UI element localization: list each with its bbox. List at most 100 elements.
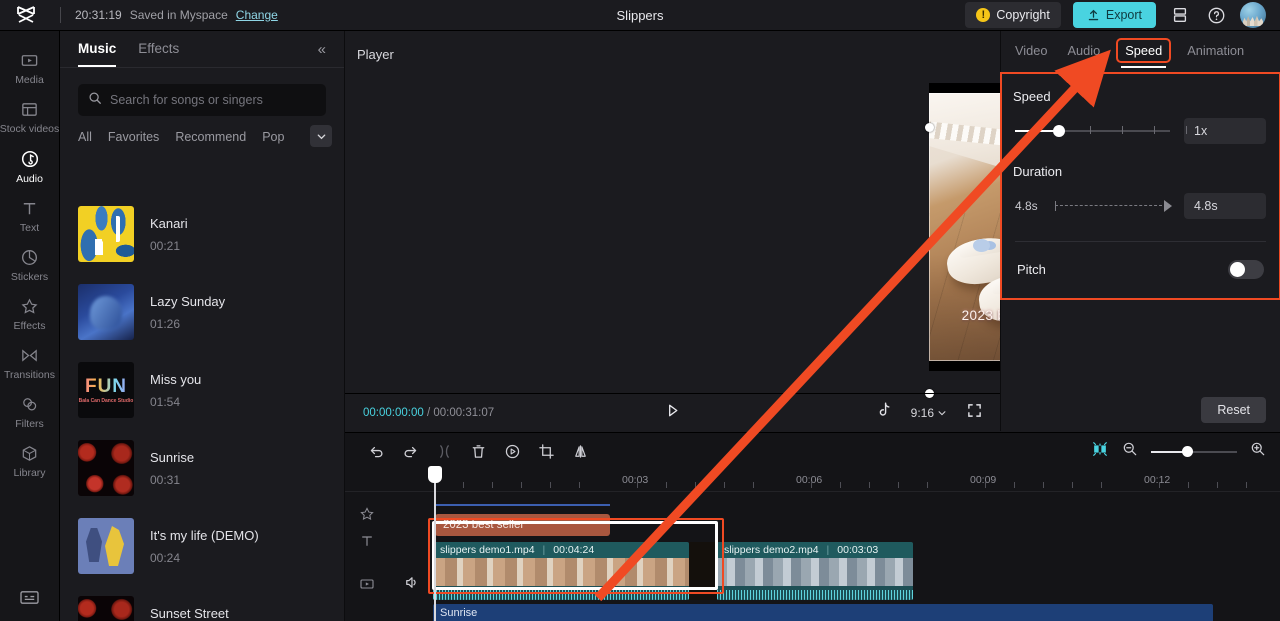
playhead-handle[interactable] <box>428 466 442 483</box>
tab-effects[interactable]: Effects <box>138 41 179 58</box>
audio-clip[interactable]: Sunrise <box>433 604 1213 621</box>
sidebar-label: Text <box>19 222 40 234</box>
captions-icon[interactable] <box>19 589 40 621</box>
song-title: It's my life (DEMO) <box>150 527 259 543</box>
export-button[interactable]: Export <box>1072 2 1156 28</box>
duration-value[interactable]: 4.8s <box>1184 193 1266 219</box>
video-clip-1[interactable]: slippers demo1.mp4 | 00:04:24 <box>433 542 689 600</box>
zoom-to-fit-icon[interactable] <box>1091 440 1109 463</box>
ruler-label: 00:09 <box>970 474 997 486</box>
speed-slider[interactable] <box>1015 123 1187 139</box>
sidebar-item-media[interactable]: Media <box>0 43 60 92</box>
sidebar-item-stickers[interactable]: Stickers <box>0 240 60 289</box>
timecode-separator: / <box>426 406 431 419</box>
properties-tabs: Video Audio Speed Animation <box>1001 31 1280 69</box>
undo-icon[interactable] <box>359 439 393 465</box>
chip-pop[interactable]: Pop <box>262 130 284 144</box>
speed-clock-icon[interactable] <box>495 439 529 465</box>
slider-tick <box>1154 126 1155 134</box>
layout-icon[interactable] <box>1168 3 1192 27</box>
timeline-zoom-slider[interactable] <box>1151 445 1237 459</box>
search-input[interactable] <box>110 93 316 107</box>
sidebar-item-text[interactable]: Text <box>0 191 60 240</box>
collapse-left-icon[interactable]: « <box>318 41 326 58</box>
sidebar-item-filters[interactable]: Filters <box>0 387 60 436</box>
copyright-button[interactable]: ! Copyright <box>965 2 1061 28</box>
fullscreen-icon[interactable] <box>967 403 982 423</box>
aspect-ratio-selector[interactable]: 9:16 <box>911 406 947 420</box>
user-avatar[interactable] <box>1240 2 1266 28</box>
list-item[interactable]: Sunrise 00:31 <box>60 429 344 507</box>
duration-section-title: Duration <box>1013 164 1063 179</box>
slider-tick <box>1186 126 1187 134</box>
sidebar-item-transitions[interactable]: Transitions <box>0 338 60 387</box>
volume-icon[interactable] <box>403 574 420 596</box>
timeline-tracks: 2023 best seller slippers demo1.mp4 | 00… <box>345 492 1280 621</box>
tab-music[interactable]: Music <box>78 41 117 67</box>
slider-knob[interactable] <box>1053 125 1065 137</box>
timeline-ruler[interactable]: 00:03 00:06 00:09 00:12 <box>345 470 1280 492</box>
change-location-link[interactable]: Change <box>236 8 278 22</box>
player-label: Player <box>357 47 394 62</box>
mirror-icon[interactable] <box>563 439 597 465</box>
song-duration: 00:24 <box>150 550 181 565</box>
copyright-label: Copyright <box>996 8 1050 22</box>
sidebar-item-library[interactable]: Library <box>0 436 60 485</box>
chip-recommend[interactable]: Recommend <box>175 130 246 144</box>
reset-button[interactable]: Reset <box>1201 397 1266 423</box>
playhead[interactable] <box>428 466 442 621</box>
sidebar-item-audio[interactable]: Audio <box>0 141 60 191</box>
slider-tick <box>1122 126 1123 134</box>
song-cover <box>78 362 134 418</box>
tab-animation[interactable]: Animation <box>1185 40 1246 61</box>
text-clip[interactable]: 2023 best seller <box>435 514 610 536</box>
chevron-down-icon <box>938 410 946 415</box>
stock-videos-icon <box>20 100 39 119</box>
pitch-toggle[interactable] <box>1228 260 1264 279</box>
track-head-text-icon[interactable] <box>359 533 375 554</box>
zoom-in-icon[interactable] <box>1250 441 1266 462</box>
split-icon[interactable] <box>427 439 461 465</box>
pitch-row: Pitch <box>1001 260 1280 279</box>
tab-speed[interactable]: Speed <box>1116 37 1172 68</box>
sidebar-item-stock-videos[interactable]: Stock videos <box>0 92 60 141</box>
tab-video[interactable]: Video <box>1013 40 1050 61</box>
resize-handle-tl[interactable] <box>925 123 934 132</box>
left-rail: Media Stock videos Audio Text Stickers E… <box>0 31 60 621</box>
zoom-out-icon[interactable] <box>1122 441 1138 462</box>
timecode: 00:00:00:00 / 00:00:31:07 <box>363 407 494 419</box>
video-clip-2[interactable]: slippers demo2.mp4 | 00:03:03 <box>717 542 913 600</box>
chip-favorites[interactable]: Favorites <box>108 130 159 144</box>
help-circle-icon[interactable] <box>1204 3 1228 27</box>
chip-all[interactable]: All <box>78 130 92 144</box>
list-item[interactable]: It's my life (DEMO) 00:24 <box>60 507 344 585</box>
track-head-effects-icon[interactable] <box>359 506 375 527</box>
delete-icon[interactable] <box>461 439 495 465</box>
song-cover <box>78 518 134 574</box>
save-info: 20:31:19 Saved in Myspace Change <box>75 8 278 22</box>
chevron-down-icon[interactable] <box>310 125 332 147</box>
sidebar-item-effects[interactable]: Effects <box>0 289 60 338</box>
upload-icon <box>1088 9 1099 20</box>
saved-location-text: Saved in Myspace <box>129 8 228 22</box>
capcut-logo-icon[interactable] <box>0 6 52 24</box>
redo-icon[interactable] <box>393 439 427 465</box>
list-item[interactable]: Lazy Sunday 01:26 <box>60 273 344 351</box>
list-item[interactable]: Kanari 00:21 <box>60 195 344 273</box>
search-box[interactable] <box>78 84 326 116</box>
media-icon <box>20 51 39 70</box>
crop-icon[interactable] <box>529 439 563 465</box>
list-item[interactable]: Miss you 01:54 <box>60 351 344 429</box>
tab-audio[interactable]: Audio <box>1066 40 1103 61</box>
speed-value[interactable]: 1x <box>1184 118 1266 144</box>
warning-icon: ! <box>976 8 991 22</box>
track-head-video-icon[interactable] <box>359 576 375 597</box>
list-item[interactable]: Sunset Street 00:48 <box>60 585 344 621</box>
tiktok-icon[interactable] <box>877 402 891 423</box>
duration-source-value: 4.8s <box>1015 199 1038 213</box>
play-icon[interactable] <box>664 402 681 424</box>
video-clip-name: slippers demo1.mp4 <box>440 544 535 556</box>
song-title: Lazy Sunday <box>150 293 226 309</box>
player-controls: 00:00:00:00 / 00:00:31:07 9:16 <box>345 393 1000 431</box>
duration-arrow-icon <box>1055 200 1172 212</box>
